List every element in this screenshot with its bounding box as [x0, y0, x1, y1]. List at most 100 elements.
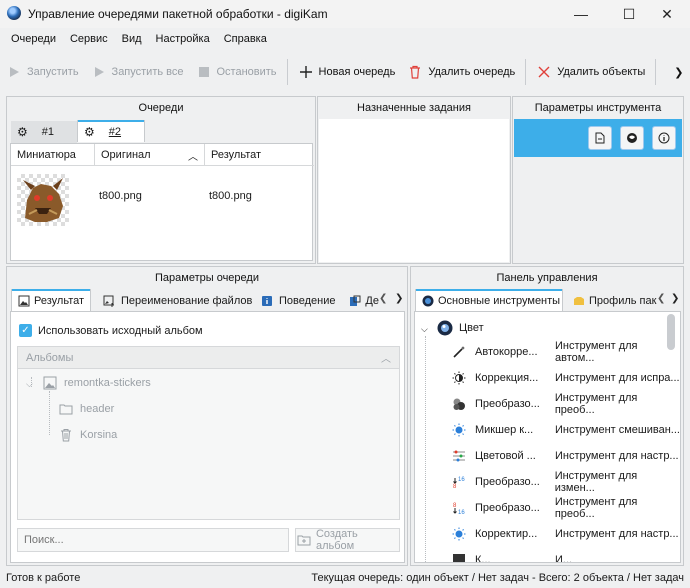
- tree-item-korsina[interactable]: Korsina: [58, 427, 117, 443]
- control-panel-title: Панель управления: [496, 272, 598, 284]
- svg-text:16: 16: [458, 510, 465, 515]
- column-original[interactable]: Оригинал ︿: [95, 144, 205, 166]
- stop-label: Остановить: [216, 66, 277, 78]
- toolbar-separator: [655, 59, 657, 85]
- category-color[interactable]: Цвет: [437, 320, 484, 336]
- tool-description: И...: [555, 554, 573, 563]
- run-all-button[interactable]: Запустить все: [85, 57, 190, 87]
- tool-name: Корректир...: [475, 528, 538, 540]
- category-collapse-icon[interactable]: ⌵: [421, 324, 428, 335]
- tool-name: Коррекция...: [475, 372, 539, 384]
- tool-item-partial[interactable]: К... И...: [451, 547, 573, 563]
- tab-behavior-label: Поведение: [279, 295, 336, 307]
- tree-connector: [425, 336, 426, 562]
- albums-header-label: Альбомы: [26, 352, 74, 364]
- tree-child-label: Korsina: [80, 429, 118, 441]
- control-panel: Панель управления Основные инструменты П…: [410, 266, 684, 566]
- tool-item-convert-bw[interactable]: Преобразо... Инструмент для преоб...: [451, 391, 680, 417]
- tree-expand-icon[interactable]: ⌵: [26, 379, 33, 390]
- column-result[interactable]: Результат: [205, 144, 314, 166]
- search-input[interactable]: [17, 528, 289, 552]
- tab-rename[interactable]: Переименование файлов: [95, 290, 258, 312]
- minimize-button[interactable]: —: [558, 0, 604, 28]
- tree-root-label: remontka-stickers: [64, 377, 151, 389]
- tab-base-tools[interactable]: Основные инструменты: [415, 289, 563, 311]
- tree-item-header[interactable]: header: [58, 401, 114, 417]
- column-original-label: Оригинал: [101, 148, 151, 161]
- menu-settings[interactable]: Настройка: [149, 30, 217, 50]
- menu-view[interactable]: Вид: [115, 30, 149, 50]
- tool-name: Преобразо...: [474, 502, 540, 514]
- menu-help[interactable]: Справка: [217, 30, 274, 50]
- menu-queues[interactable]: Очереди: [4, 30, 63, 50]
- menu-tools[interactable]: Сервис: [63, 30, 115, 50]
- queue-settings-title: Параметры очереди: [155, 272, 259, 284]
- info-square-icon: [259, 293, 275, 309]
- image-plus-icon: [101, 293, 117, 309]
- tab-result[interactable]: Результат: [11, 289, 91, 311]
- tab-more[interactable]: Де: [343, 290, 379, 312]
- tool-item-convert-depth-2[interactable]: 8 16 Преобразо... Инструмент для преоб...: [451, 495, 680, 521]
- new-queue-label: Новая очередь: [318, 66, 396, 78]
- tab-scroll-left-icon[interactable]: ❮: [657, 293, 665, 304]
- tool-description: Инструмент для измен...: [554, 470, 638, 494]
- use-source-album-option[interactable]: ✓ Использовать исходный альбом: [19, 324, 203, 337]
- cross-icon: [536, 64, 552, 80]
- row-result: t800.png: [209, 190, 252, 202]
- create-album-label: Создать альбом: [315, 528, 358, 552]
- assigned-tools-panel: Назначенные задания: [317, 96, 511, 264]
- batch-profile-icon: [573, 293, 585, 309]
- tool-name: Преобразо...: [474, 398, 540, 410]
- magic-wand-icon: [451, 344, 467, 360]
- tool-description: Инструмент для настр...: [555, 528, 679, 540]
- sun-blue-icon: [451, 526, 467, 542]
- assigned-tools-list[interactable]: [319, 119, 509, 262]
- tab-scroll-right-icon[interactable]: ❯: [671, 293, 679, 304]
- tool-description: Инструмент смешиван...: [555, 424, 680, 436]
- tool-params-header: [514, 119, 682, 157]
- tree-item-root[interactable]: remontka-stickers: [42, 375, 151, 391]
- play-icon: [6, 64, 22, 80]
- delete-queue-button[interactable]: Удалить очередь: [401, 57, 521, 87]
- globe-icon[interactable]: [620, 126, 644, 150]
- tool-item-adjust[interactable]: Корректир... Инструмент для настр...: [451, 521, 679, 547]
- tab-scroll-right-icon[interactable]: ❯: [395, 293, 403, 304]
- tool-description: Инструмент для настр...: [555, 450, 679, 462]
- tab-queue-1[interactable]: ⚙ #1: [11, 121, 77, 143]
- run-button[interactable]: Запустить: [0, 57, 85, 87]
- assigned-tools-title: Назначенные задания: [357, 102, 471, 114]
- tab-batch-profile[interactable]: Профиль пак: [567, 290, 659, 312]
- column-thumbnail[interactable]: Миниатюра: [11, 144, 95, 166]
- tool-item-channel-mixer[interactable]: Микшер к... Инструмент смешиван...: [451, 417, 680, 443]
- stop-button[interactable]: Остановить: [190, 57, 283, 87]
- tool-item-auto-correction[interactable]: Автокорре... Инструмент для автом...: [451, 339, 680, 365]
- remove-items-button[interactable]: Удалить объекты: [530, 57, 651, 87]
- status-right: Текущая очередь: один объект / Нет задач…: [311, 572, 684, 584]
- tab-batch-profile-label: Профиль пак: [589, 295, 657, 307]
- tool-item-convert-depth[interactable]: 16 8 Преобразо... Инструмент для измен...: [451, 469, 680, 495]
- tool-item-color-balance[interactable]: Цветовой ... Инструмент для настр...: [451, 443, 679, 469]
- tree-connector: [49, 391, 50, 435]
- table-row[interactable]: t800.png t800.png: [11, 168, 314, 226]
- menu-bar: Очереди Сервис Вид Настройка Справка: [0, 30, 690, 50]
- status-left: Готов к работе: [6, 572, 81, 584]
- close-button[interactable]: ✕: [644, 0, 690, 28]
- info-icon[interactable]: [652, 126, 676, 150]
- stop-icon: [196, 64, 212, 80]
- checkbox-checked-icon[interactable]: ✓: [19, 324, 32, 337]
- title-bar: Управление очередями пакетной обработки …: [0, 0, 690, 28]
- tool-item-correction[interactable]: Коррекция... Инструмент для испра...: [451, 365, 680, 391]
- color-category-icon: [437, 320, 453, 336]
- tab-queue-1-label: #1: [41, 126, 55, 138]
- sun-blue-icon: [451, 422, 467, 438]
- tab-queue-2[interactable]: ⚙ #2: [77, 120, 145, 142]
- toolbar-more-button[interactable]: ❯: [668, 57, 689, 87]
- tab-scroll-left-icon[interactable]: ❮: [379, 293, 387, 304]
- tool-description: Инструмент для испра...: [555, 372, 680, 384]
- file-export-icon[interactable]: [588, 126, 612, 150]
- tab-behavior[interactable]: Поведение: [253, 290, 342, 312]
- gear-icon: ⚙: [84, 124, 95, 139]
- create-album-button[interactable]: Создать альбом: [295, 528, 400, 552]
- albums-header[interactable]: Альбомы ︿: [18, 347, 399, 369]
- new-queue-button[interactable]: Новая очередь: [292, 57, 402, 87]
